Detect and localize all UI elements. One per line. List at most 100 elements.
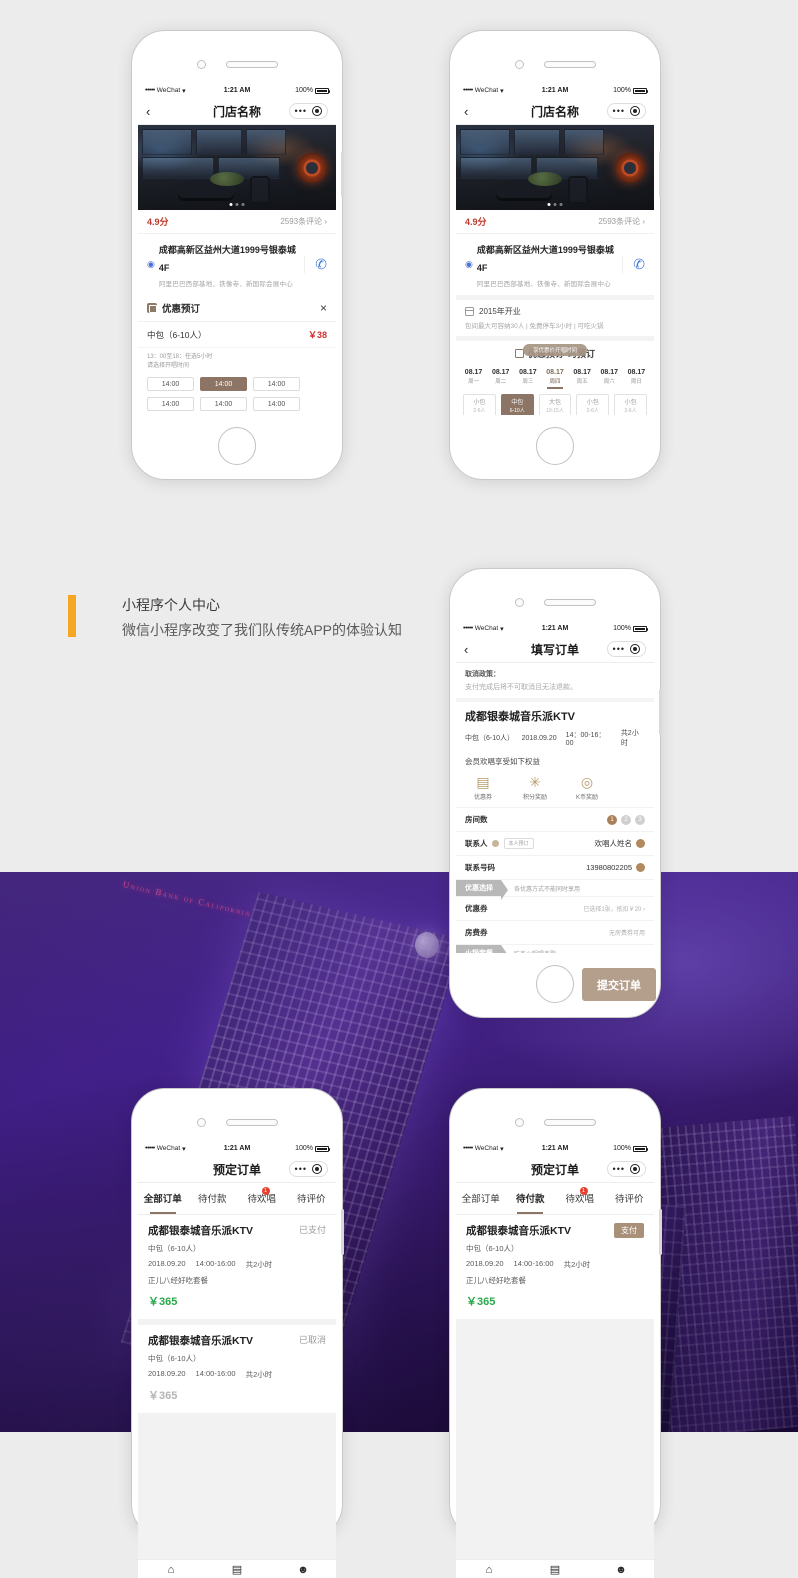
roomfee-row[interactable]: 房费券 无房费券可用 [456,920,654,944]
self-booking-chip[interactable]: 本人预订 [503,838,534,849]
close-target-icon[interactable] [630,106,640,116]
wechat-capsule[interactable]: ••• [288,103,328,119]
phone3-home-button[interactable] [536,965,574,1003]
shop-hero-image [138,125,336,210]
date-weekday: 周五 [576,379,588,385]
time-slot[interactable]: 14:00 [147,397,194,411]
package-option[interactable]: 小包 2-6人 [614,394,647,415]
nav-bar: 预定订单 ••• [456,1156,654,1183]
package-option[interactable]: 小包 2-6人 [463,394,496,415]
earpiece-grille [225,1118,278,1126]
wechat-capsule[interactable]: ••• [606,641,646,657]
submit-order-button[interactable]: 提交订单 [582,968,656,1001]
order-extra: 正儿八经好吃套餐 [148,1276,208,1285]
tab-all-orders[interactable]: 全部订单 [138,1183,188,1214]
order-duration: 共2小时 [563,1260,591,1269]
more-icon[interactable]: ••• [295,106,307,116]
battery-icon [632,1145,649,1152]
vip-benefits-title: 会员欢唱享受如下权益 [465,757,540,766]
coupon-value[interactable]: 已选择1张，抵扣￥20 › [583,904,645,913]
date-cell[interactable]: 08.17 周三 [514,366,541,389]
tabbar-item-orders[interactable]: ▤ 订单 [204,1564,270,1578]
wechat-capsule[interactable]: ••• [606,1161,646,1177]
date-cell[interactable]: 08.17 周日 [623,366,650,389]
date-cell[interactable]: 08.17 周五 [569,366,596,389]
order-title: 成都银泰城音乐派KTV [148,1225,253,1237]
phone5-side-button [659,1209,662,1255]
tab-pending-payment[interactable]: 待付款 [188,1183,238,1214]
order-card[interactable]: 成都银泰城音乐派KTV 已取消 中包（6-10人） 2018.09.20 14:… [138,1325,336,1413]
more-icon[interactable]: ••• [613,1164,625,1174]
date-cell-selected[interactable]: 08.17 周四 [541,366,568,389]
caption-line-2: 微信小程序改变了我们队传统APP的体验认知 [122,622,403,638]
more-icon[interactable]: ••• [613,106,625,116]
tab-pending-sing-label: 待欢唱 [565,1194,594,1205]
contact-name-value[interactable]: 欢唱人姓名 [595,838,633,849]
tab-all-orders[interactable]: 全部订单 [456,1183,506,1214]
carrier-label: WeChat [474,87,499,94]
phone-icon[interactable] [636,863,645,872]
date-cell[interactable]: 08.17 周二 [487,366,514,389]
order-pay-button[interactable]: 支付 [614,1223,644,1238]
close-target-icon[interactable] [630,644,640,654]
contact-phone-row[interactable]: 联系号码 13980802205 [456,855,654,879]
tab-pending-sing[interactable]: 待欢唱 1 [237,1183,287,1214]
order-duration: 共2小时 [620,730,639,747]
close-target-icon[interactable] [312,1164,322,1174]
time-slot[interactable]: 14:00 [147,377,194,391]
tabbar-item-home[interactable]: ⌂ 首页 [138,1564,204,1578]
date-cell[interactable]: 08.17 周一 [460,366,487,389]
phone-icon[interactable]: ✆ [304,255,327,273]
room-count-options[interactable]: 1 2 3 [607,814,645,825]
close-target-icon[interactable] [312,106,322,116]
close-icon[interactable]: × [320,302,327,314]
shop-address-row[interactable]: ◉ 成都高新区益州大道1999号银泰城4F 阿里巴巴西部基地、铁像寺、新国际会展… [456,234,654,295]
close-target-icon[interactable] [630,1164,640,1174]
contact-avatar-icon[interactable] [636,839,645,848]
tabbar-item-profile[interactable]: ☻ 我的 [270,1564,336,1578]
time-slot[interactable]: 14:00 [200,397,247,411]
package-option[interactable]: 大包 10-15人 [538,394,572,415]
tab-pending-sing[interactable]: 待欢唱 1 [555,1183,605,1214]
more-icon[interactable]: ••• [295,1164,307,1174]
shop-rating-row[interactable]: 4.9分 2593条评论 › [138,210,336,234]
shop-address-row[interactable]: ◉ 成都高新区益州大道1999号银泰城4F 阿里巴巴西部基地、铁像寺、新国际会展… [138,234,336,295]
shop-rating-row[interactable]: 4.9分 2593条评论 › [456,210,654,234]
wechat-capsule[interactable]: ••• [288,1161,328,1177]
package-option-selected[interactable]: 中包 6-10人 [500,394,534,415]
front-camera-icon [514,59,524,69]
more-icon[interactable]: ••• [613,644,625,654]
order-card[interactable]: 成都银泰城音乐派KTV 支付 中包（6-10人） 2018.09.20 14:0… [456,1215,654,1319]
open-facilities-label: 包间最大可容纳30人 | 免费停车3小时 | 可吃火锅 [465,323,604,330]
tab-pending-review[interactable]: 待评价 [605,1183,655,1214]
time-slot[interactable]: 14:00 [253,397,300,411]
tabbar-item-profile[interactable]: ☻ 我的 [588,1564,654,1578]
time-slot[interactable]: 14:00 [253,377,300,391]
phone1-speaker-row [132,57,342,71]
order-card[interactable]: 成都银泰城音乐派KTV 已支付 中包（6-10人） 2018.09.20 14:… [138,1215,336,1325]
contact-name-row[interactable]: 联系人 本人预订 欢唱人姓名 [456,831,654,855]
points-icon: ✳ [529,774,541,790]
nav-bar: ‹ 门店名称 ••• [138,98,336,125]
room-count-option[interactable]: 3 [635,814,645,825]
coupon-row[interactable]: 优惠券 已选择1张，抵扣￥20 › [456,896,654,920]
tab-pending-payment[interactable]: 待付款 [506,1183,556,1214]
room-count-option[interactable]: 2 [621,814,631,825]
date-cell[interactable]: 08.17 周六 [596,366,623,389]
wechat-capsule[interactable]: ••• [606,103,646,119]
time-slot-selected[interactable]: 14:00 [200,377,247,391]
tabbar-item-orders[interactable]: ▤ 订单 [522,1564,588,1578]
tab-pending-review[interactable]: 待评价 [287,1183,337,1214]
phone1-home-button[interactable] [218,427,256,465]
date-value: 08.17 [573,369,591,376]
contact-help-icon[interactable] [491,840,499,847]
phone2-home-button[interactable] [536,427,574,465]
review-count-link[interactable]: 2593条评论 › [598,216,645,227]
package-option[interactable]: 小包 2-6人 [576,394,610,415]
vip-benefit-label: 积分奖励 [522,795,547,801]
room-count-option-selected[interactable]: 1 [607,814,617,825]
tabbar-item-home[interactable]: ⌂ 首页 [456,1564,522,1578]
phone-icon[interactable]: ✆ [622,255,645,273]
review-count-link[interactable]: 2593条评论 › [280,216,327,227]
contact-phone-value[interactable]: 13980802205 [586,863,632,872]
